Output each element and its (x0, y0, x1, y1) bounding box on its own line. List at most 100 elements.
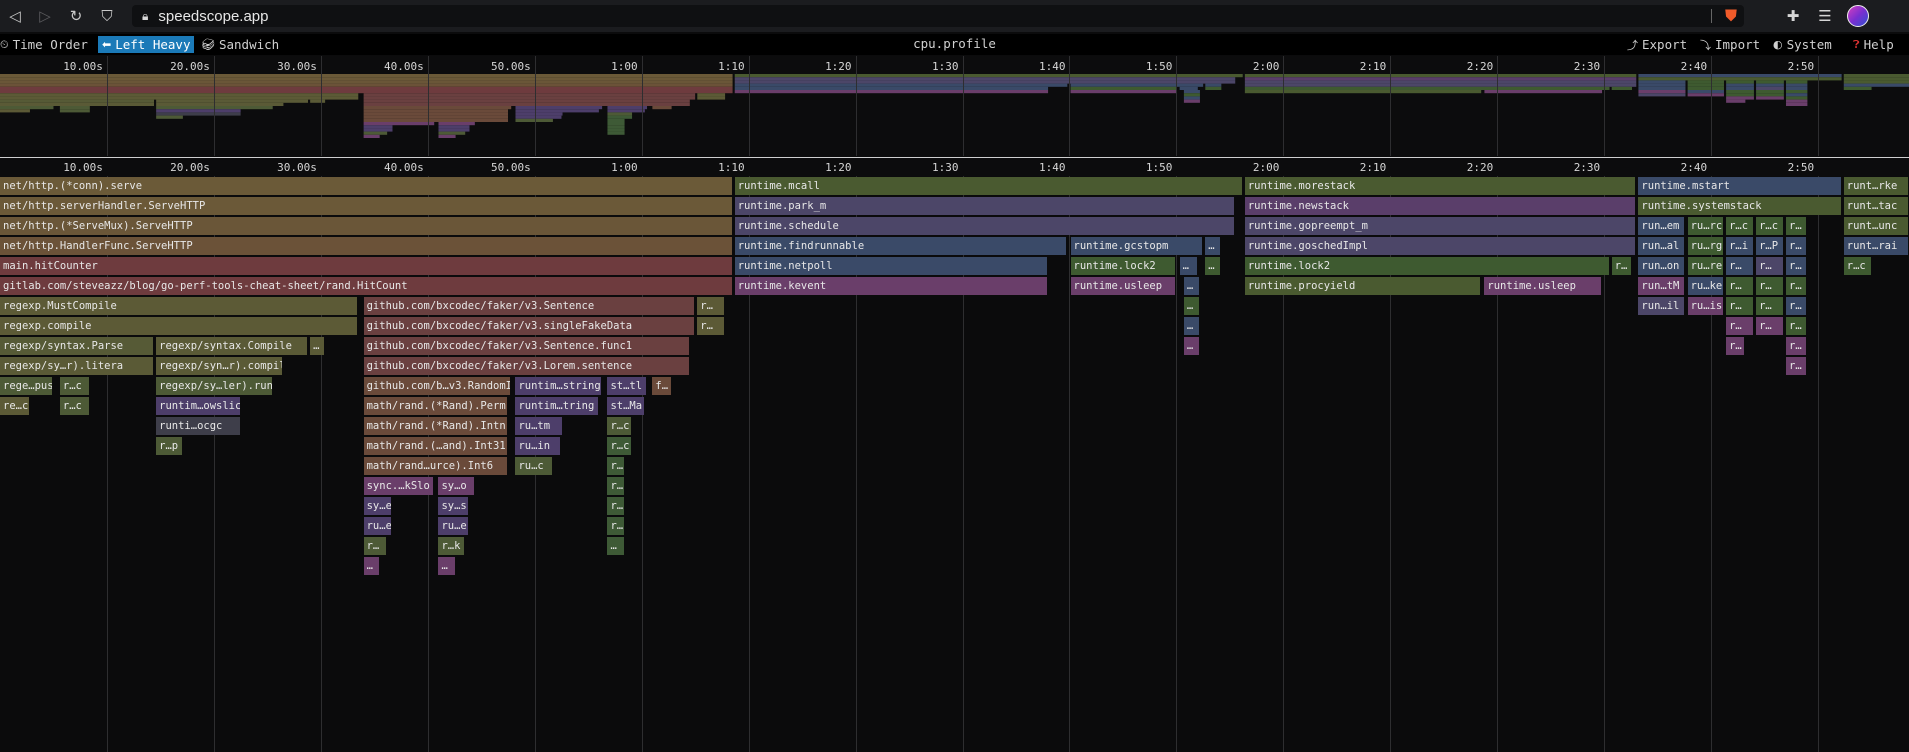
flame-frame[interactable]: regexp/syntax.Compile (156, 337, 307, 355)
bookmark-icon[interactable]: ⛉ (94, 3, 120, 29)
flame-frame[interactable]: runtim…string (515, 377, 602, 395)
flame-frame[interactable]: runtime.mstart (1638, 177, 1841, 195)
flame-frame[interactable]: r… (1726, 277, 1753, 295)
flame-frame[interactable]: r…c (607, 437, 632, 455)
flame-frame[interactable]: runtime.lock2 (1244, 257, 1609, 275)
flame-frame[interactable]: r… (1786, 217, 1807, 235)
puzzle-icon[interactable]: ✚ (1782, 5, 1804, 27)
flame-frame[interactable]: r…k (438, 537, 465, 555)
flame-frame[interactable]: r… (1786, 297, 1807, 315)
flame-frame[interactable]: r…c (1756, 217, 1783, 235)
flame-frame[interactable]: r… (363, 537, 387, 555)
flame-frame[interactable]: ru…c (515, 457, 552, 475)
flame-frame[interactable]: run…al (1638, 237, 1685, 255)
flame-frame[interactable]: run…il (1638, 297, 1685, 315)
flame-frame[interactable]: github.com/b…v3.RandomIn (363, 377, 511, 395)
flame-frame[interactable]: math/rand.(…and).Int31 (363, 437, 507, 455)
flame-frame[interactable]: r… (1756, 277, 1783, 295)
flame-frame[interactable]: rege…pus (0, 377, 53, 395)
overview-minimap[interactable]: 10.00s 20.00s 30.00s 40.00s 50.00s 1:00 1:10 1:… (0, 56, 1909, 156)
flame-frame[interactable]: sync.…kSlo (363, 477, 434, 495)
flame-frame[interactable]: … (1183, 337, 1199, 355)
flame-frame[interactable]: ru…rc (1687, 217, 1723, 235)
flame-frame[interactable]: r…p (156, 437, 182, 455)
flame-frame[interactable]: r…c (59, 377, 89, 395)
flame-frame[interactable]: r…i (1726, 237, 1753, 255)
flame-frame[interactable]: runtime.netpoll (734, 257, 1048, 275)
flame-frame[interactable]: r… (1611, 257, 1631, 275)
export-button[interactable]: ⤴ Export (1627, 36, 1687, 53)
flame-frame[interactable]: r…c (1843, 257, 1871, 275)
flame-frame[interactable]: runtime.gopreempt_m (1244, 217, 1636, 235)
flame-frame[interactable]: runtim…tring (515, 397, 598, 415)
flame-frame[interactable]: r… (697, 297, 725, 315)
flame-frame[interactable]: r… (1756, 257, 1783, 275)
flame-graph[interactable]: net/http.(*conn).serve net/http.serverHan… (0, 176, 1909, 752)
flame-frame[interactable]: st…tl (607, 377, 647, 395)
flame-frame[interactable]: net/http.(*ServeMux).ServeHTTP (0, 217, 732, 235)
flame-frame[interactable]: r…c (1726, 217, 1753, 235)
flame-frame[interactable]: r… (1786, 337, 1807, 355)
tab-left-heavy[interactable]: ⬅ Left Heavy (98, 36, 195, 53)
flame-frame[interactable]: … (1183, 277, 1199, 295)
flame-frame[interactable]: runtime.lock2 (1070, 257, 1176, 275)
playlist-icon[interactable]: ☰ (1814, 5, 1836, 27)
flame-frame[interactable]: r… (607, 457, 624, 475)
flame-frame[interactable]: runtime.schedule (734, 217, 1235, 235)
flame-frame[interactable]: runtime.gcstopm (1070, 237, 1203, 255)
avatar[interactable] (1847, 5, 1869, 27)
flame-frame[interactable]: re…ca (0, 397, 29, 415)
flame-frame[interactable]: math/rand…urce).Int6 (363, 457, 507, 475)
flame-frame[interactable]: runtime.goschedImpl (1244, 237, 1636, 255)
flame-frame[interactable]: regexp.MustCompile (0, 297, 358, 315)
flame-frame[interactable]: … (1183, 297, 1199, 315)
flame-frame[interactable]: regexp/sy…ler).run (156, 377, 272, 395)
flame-frame[interactable]: sy…o (438, 477, 474, 495)
tab-time-order[interactable]: ⏲ Time Order (0, 36, 88, 53)
flame-frame[interactable]: … (607, 537, 624, 555)
flame-frame[interactable]: net/http.(*conn).serve (0, 177, 732, 195)
forward-arrow-icon[interactable]: ▷ (32, 3, 58, 29)
flame-frame[interactable]: r… (1726, 297, 1753, 315)
flame-frame[interactable]: ru…is (1687, 297, 1723, 315)
flame-frame[interactable]: runt…rke (1843, 177, 1908, 195)
flame-frame[interactable]: runt…rai (1843, 237, 1908, 255)
tab-sandwich[interactable]: 🥪︎ Sandwich (201, 36, 279, 53)
flame-frame[interactable]: … (1183, 317, 1199, 335)
flame-frame[interactable]: regexp.compile (0, 317, 358, 335)
flame-frame[interactable]: ru…e (363, 517, 392, 535)
flame-frame[interactable]: github.com/bxcodec/faker/v3.Sentence (363, 297, 695, 315)
theme-button[interactable]: ◐ System (1773, 36, 1832, 53)
flame-frame[interactable]: regexp/sy…r).litera (0, 357, 153, 375)
flame-frame[interactable]: r… (1726, 317, 1753, 335)
flame-frame[interactable]: runt…unc (1843, 217, 1908, 235)
flame-frame[interactable]: r… (607, 477, 624, 495)
flame-frame[interactable]: r…c (59, 397, 89, 415)
flame-frame[interactable]: r… (1786, 317, 1807, 335)
flame-frame[interactable]: runtime.usleep (1070, 277, 1176, 295)
flame-frame[interactable]: r… (1726, 337, 1745, 355)
flame-frame[interactable]: ru…in (515, 437, 561, 455)
flame-frame[interactable]: … (1179, 257, 1197, 275)
flame-frame[interactable]: runtime.kevent (734, 277, 1048, 295)
flame-frame[interactable]: ru…rg (1687, 237, 1723, 255)
flame-frame[interactable]: github.com/bxcodec/faker/v3.singleFakeDa… (363, 317, 695, 335)
flame-frame[interactable]: github.com/bxcodec/faker/v3.Sentence.fun… (363, 337, 689, 355)
flame-frame[interactable]: runtime.usleep (1484, 277, 1602, 295)
flame-frame[interactable]: ru…re (1687, 257, 1723, 275)
flame-frame[interactable]: … (1205, 257, 1221, 275)
import-button[interactable]: ⤵ Import (1700, 36, 1760, 53)
brave-shield-icon[interactable]: ⛊ (1722, 6, 1740, 26)
reload-icon[interactable]: ↻ (63, 3, 89, 29)
flame-frame[interactable]: main.hitCounter (0, 257, 732, 275)
flame-frame[interactable]: r… (1786, 257, 1807, 275)
flame-frame[interactable]: github.com/bxcodec/faker/v3.Lorem.senten… (363, 357, 689, 375)
flame-frame[interactable]: … (310, 337, 325, 355)
flame-frame[interactable]: net/http.serverHandler.ServeHTTP (0, 197, 732, 215)
flame-frame[interactable]: math/rand.(*Rand).Intn (363, 417, 507, 435)
flame-frame[interactable]: runtime.procyield (1244, 277, 1481, 295)
flame-frame[interactable]: r… (607, 497, 624, 515)
address-bar[interactable]: 🔒︎ speedscope.app ⛊ (132, 5, 1744, 27)
flame-frame[interactable]: runt…tac (1843, 197, 1908, 215)
flame-frame[interactable]: r… (1726, 257, 1753, 275)
